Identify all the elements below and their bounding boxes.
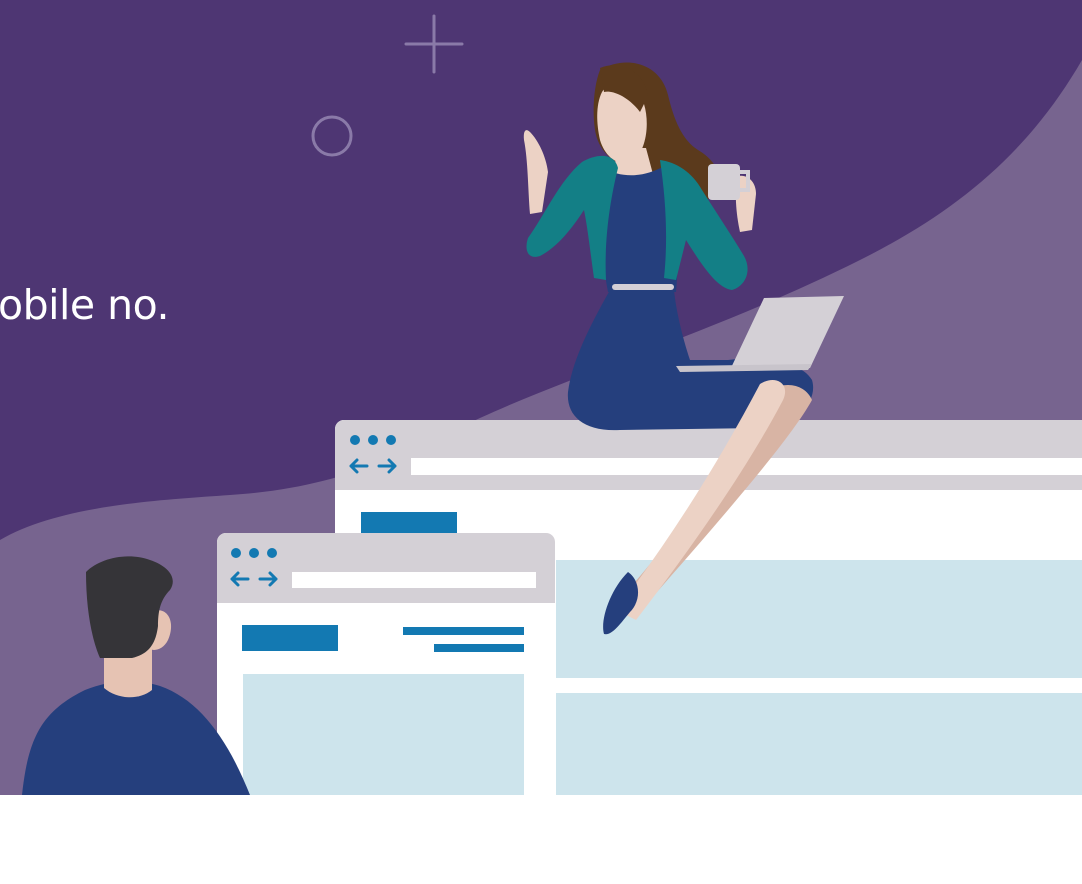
coffee-mug-icon <box>708 164 740 200</box>
window-dot-icon <box>386 435 396 445</box>
browser-small-titlebar <box>217 533 555 603</box>
window-dot-icon <box>368 435 378 445</box>
window-dot-icon <box>350 435 360 445</box>
hero-headline: obile no. <box>0 281 170 329</box>
browser-window-small <box>217 533 555 795</box>
woman-belt <box>612 284 674 290</box>
hero-illustration <box>0 0 1082 884</box>
content-line <box>403 627 524 635</box>
address-bar <box>292 572 536 588</box>
content-line <box>434 644 524 652</box>
window-dot-icon <box>231 548 241 558</box>
white-footer-band <box>0 795 1082 884</box>
window-dot-icon <box>267 548 277 558</box>
content-button-block <box>242 625 338 651</box>
content-panel <box>556 693 1082 795</box>
content-panel <box>243 674 524 795</box>
window-dot-icon <box>249 548 259 558</box>
